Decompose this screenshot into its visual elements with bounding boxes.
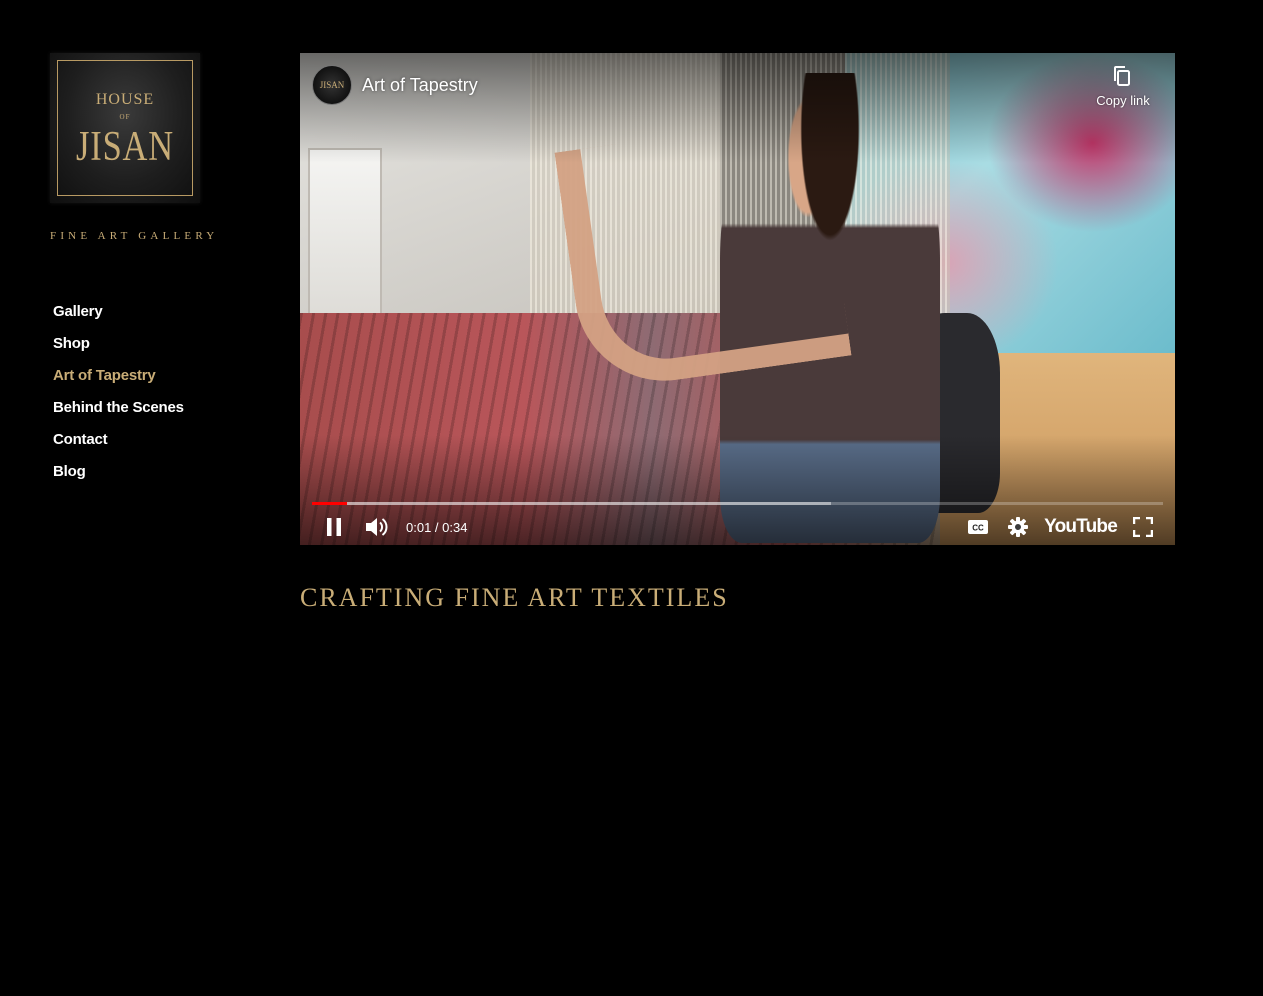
volume-button[interactable] (356, 509, 396, 545)
pause-icon (327, 518, 341, 536)
nav-item-gallery[interactable]: Gallery (53, 302, 184, 334)
fullscreen-icon (1133, 517, 1153, 537)
captions-button[interactable]: CC (958, 509, 998, 545)
copy-link-label: Copy link (1096, 93, 1150, 108)
nav-item-contact[interactable]: Contact (53, 430, 184, 462)
video-player[interactable]: JISAN Art of Tapestry Copy link 0:01 / 0… (300, 53, 1175, 545)
channel-avatar-text: JISAN (319, 80, 345, 90)
volume-icon (366, 518, 388, 536)
progress-loaded (312, 502, 832, 505)
fullscreen-button[interactable] (1123, 509, 1163, 545)
logo-text-of: OF (119, 113, 131, 121)
site-tagline: FINE ART GALLERY (50, 230, 219, 242)
page-heading: CRAFTING FINE ART TEXTILES (300, 583, 729, 612)
nav-item-behind-the-scenes[interactable]: Behind the Scenes (53, 398, 184, 430)
house-of-jisan-logo[interactable]: HOUSE OF JISAN (50, 53, 200, 203)
pause-button[interactable] (312, 509, 356, 545)
settings-button[interactable] (998, 509, 1038, 545)
nav-item-shop[interactable]: Shop (53, 334, 184, 366)
svg-text:CC: CC (972, 524, 984, 533)
player-controls: 0:01 / 0:34 CC YouTube (312, 509, 1163, 545)
time-display: 0:01 / 0:34 (406, 519, 468, 535)
copy-link-button[interactable]: Copy link (1093, 65, 1153, 108)
nav-item-art-of-tapestry[interactable]: Art of Tapestry (53, 366, 184, 398)
video-title[interactable]: Art of Tapestry (362, 75, 478, 96)
video-frame-image (300, 53, 1175, 545)
progress-played (312, 502, 347, 505)
nav-item-blog[interactable]: Blog (53, 462, 184, 494)
settings-gear-icon (1008, 517, 1029, 537)
logo-text-jisan: JISAN (76, 124, 174, 170)
logo-frame: HOUSE OF JISAN (57, 60, 193, 196)
copy-icon (1114, 66, 1130, 86)
progress-bar[interactable] (312, 502, 1163, 505)
cc-icon: CC (968, 520, 989, 534)
youtube-logo[interactable]: YouTube (1038, 509, 1123, 545)
channel-avatar[interactable]: JISAN (312, 65, 352, 105)
logo-text-house: HOUSE (95, 91, 155, 108)
main-nav: Gallery Shop Art of Tapestry Behind the … (53, 302, 184, 494)
video-title-bar: JISAN Art of Tapestry (312, 65, 478, 105)
